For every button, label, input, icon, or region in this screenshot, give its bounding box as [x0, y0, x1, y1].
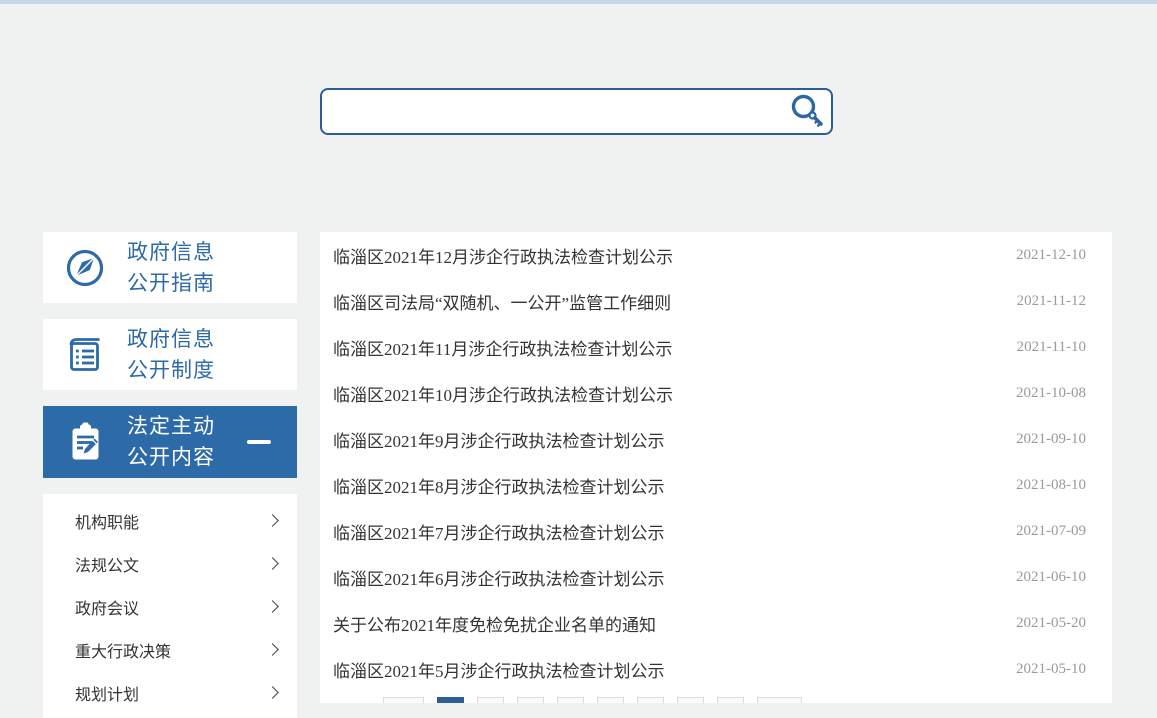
- article-date: 2021-08-10: [1016, 477, 1086, 494]
- list-item[interactable]: 临淄区2021年10月涉企行政执法检查计划公示 2021-10-08: [320, 370, 1112, 416]
- sidebar-item-label: 政府信息 公开制度: [127, 324, 215, 386]
- article-title[interactable]: 临淄区2021年5月涉企行政执法检查计划公示: [333, 657, 665, 682]
- article-title[interactable]: 临淄区2021年12月涉企行政执法检查计划公示: [333, 243, 673, 268]
- search-box: [320, 88, 833, 135]
- list-item[interactable]: 临淄区司法局“双随机、一公开”监管工作细则 2021-11-12: [320, 278, 1112, 324]
- article-title[interactable]: 临淄区2021年8月涉企行政执法检查计划公示: [333, 473, 665, 498]
- sidebar-item-label: 法定主动 公开内容: [127, 411, 215, 473]
- submenu-item-label: 法规公文: [75, 552, 139, 576]
- list-item[interactable]: 临淄区2021年7月涉企行政执法检查计划公示 2021-07-09: [320, 508, 1112, 554]
- article-title[interactable]: 临淄区司法局“双随机、一公开”监管工作细则: [333, 289, 671, 314]
- article-title[interactable]: 临淄区2021年9月涉企行政执法检查计划公示: [333, 427, 665, 452]
- pagination-page-button-current[interactable]: [437, 697, 464, 703]
- article-date: 2021-11-12: [1017, 293, 1086, 310]
- article-date: 2021-05-10: [1016, 661, 1086, 678]
- top-accent-bar: [0, 0, 1157, 4]
- list-item[interactable]: 关于公布2021年度免检免扰企业名单的通知 2021-05-20: [320, 600, 1112, 646]
- article-date: 2021-05-20: [1016, 615, 1086, 632]
- article-date: 2021-10-08: [1016, 385, 1086, 402]
- pagination-page-button[interactable]: [477, 697, 504, 703]
- chevron-right-icon: [266, 686, 279, 699]
- sidebar: 政府信息 公开指南 政府信息 公开制度: [43, 232, 297, 718]
- sidebar-submenu: 机构职能 法规公文 政府会议 重大行政决策 规划计划: [43, 494, 297, 718]
- submenu-item-label: 重大行政决策: [75, 638, 171, 662]
- chevron-right-icon: [266, 557, 279, 570]
- article-list-panel: 临淄区2021年12月涉企行政执法检查计划公示 2021-12-10 临淄区司法…: [320, 232, 1112, 703]
- chevron-right-icon: [266, 600, 279, 613]
- gov-info-disclosure-page: { "colors": { "primary_blue": "#2d6aa8",…: [0, 0, 1157, 703]
- pagination-page-button[interactable]: [717, 697, 744, 703]
- pagination-page-button[interactable]: [597, 697, 624, 703]
- article-date: 2021-09-10: [1016, 431, 1086, 448]
- article-title[interactable]: 临淄区2021年11月涉企行政执法检查计划公示: [333, 335, 672, 360]
- pagination-page-button[interactable]: [517, 697, 544, 703]
- list-item[interactable]: 临淄区2021年9月涉企行政执法检查计划公示 2021-09-10: [320, 416, 1112, 462]
- search-input[interactable]: [322, 90, 781, 133]
- pagination: [383, 697, 802, 703]
- submenu-item-regulations-documents[interactable]: 法规公文: [43, 542, 297, 585]
- submenu-item-major-decisions[interactable]: 重大行政决策: [43, 628, 297, 671]
- article-date: 2021-11-10: [1017, 339, 1086, 356]
- pagination-prev-button[interactable]: [383, 697, 424, 703]
- sidebar-item-label: 政府信息 公开指南: [127, 237, 215, 299]
- pagination-page-button[interactable]: [557, 697, 584, 703]
- article-title[interactable]: 临淄区2021年7月涉企行政执法检查计划公示: [333, 519, 665, 544]
- submenu-item-label: 机构职能: [75, 509, 139, 533]
- pagination-page-button[interactable]: [677, 697, 704, 703]
- submenu-item-label: 政府会议: [75, 595, 139, 619]
- sidebar-item-statutory-disclosure[interactable]: 法定主动 公开内容: [43, 406, 297, 478]
- list-item[interactable]: 临淄区2021年8月涉企行政执法检查计划公示 2021-08-10: [320, 462, 1112, 508]
- list-item[interactable]: 临淄区2021年11月涉企行政执法检查计划公示 2021-11-10: [320, 324, 1112, 370]
- article-date: 2021-06-10: [1016, 569, 1086, 586]
- pagination-next-button[interactable]: [757, 697, 802, 703]
- clipboard-pen-icon: [43, 418, 127, 466]
- submenu-item-label: 规划计划: [75, 681, 139, 705]
- submenu-item-government-meetings[interactable]: 政府会议: [43, 585, 297, 628]
- submenu-item-planning[interactable]: 规划计划: [43, 671, 297, 714]
- article-date: 2021-12-10: [1016, 247, 1086, 264]
- search-button[interactable]: [781, 90, 831, 133]
- list-item[interactable]: 临淄区2021年12月涉企行政执法检查计划公示 2021-12-10: [320, 232, 1112, 278]
- chevron-right-icon: [266, 514, 279, 527]
- submenu-item-organization-functions[interactable]: 机构职能: [43, 499, 297, 542]
- list-item[interactable]: 临淄区2021年5月涉企行政执法检查计划公示 2021-05-10: [320, 646, 1112, 692]
- collapse-minus-icon[interactable]: [247, 440, 271, 444]
- document-list-icon: [43, 331, 127, 379]
- sidebar-item-gov-info-system[interactable]: 政府信息 公开制度: [43, 319, 297, 390]
- magnifier-icon: [787, 93, 825, 131]
- article-date: 2021-07-09: [1016, 523, 1086, 540]
- article-title[interactable]: 关于公布2021年度免检免扰企业名单的通知: [333, 611, 656, 636]
- pagination-page-button[interactable]: [637, 697, 664, 703]
- sidebar-item-gov-info-guide[interactable]: 政府信息 公开指南: [43, 232, 297, 303]
- article-title[interactable]: 临淄区2021年6月涉企行政执法检查计划公示: [333, 565, 665, 590]
- list-item[interactable]: 临淄区2021年6月涉企行政执法检查计划公示 2021-06-10: [320, 554, 1112, 600]
- chevron-right-icon: [266, 643, 279, 656]
- compass-icon: [43, 244, 127, 292]
- article-title[interactable]: 临淄区2021年10月涉企行政执法检查计划公示: [333, 381, 673, 406]
